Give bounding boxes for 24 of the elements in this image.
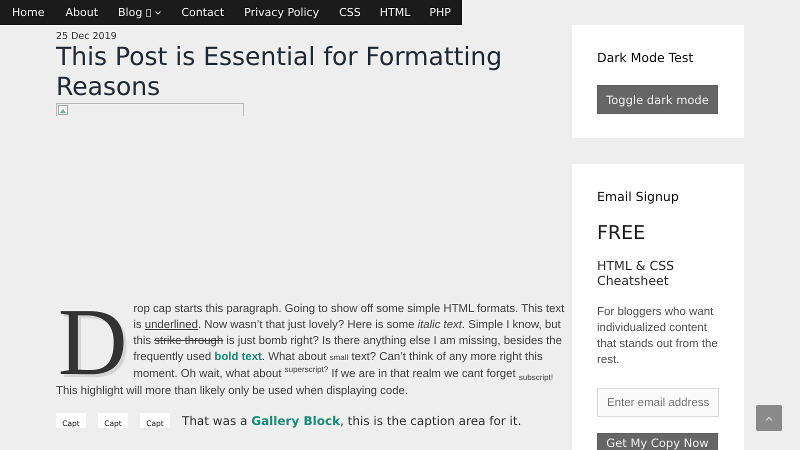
nav-link[interactable]: CSS <box>339 0 361 25</box>
toggle-dark-mode-button[interactable]: Toggle dark mode <box>597 85 718 114</box>
widget-title: Dark Mode Test <box>597 50 694 65</box>
nav-link[interactable]: Contact <box>181 0 224 25</box>
nav-link[interactable]: Privacy Policy <box>244 0 320 25</box>
scroll-top-button[interactable] <box>756 405 782 431</box>
subtitle: HTML & CSS Cheatsheet <box>597 258 676 288</box>
nav-link[interactable]: Home <box>12 0 44 25</box>
widget-title: Email Signup <box>597 189 679 204</box>
description: For bloggers who want individualized content that stands out from the rest. <box>597 305 718 368</box>
caret-up-icon <box>765 416 773 420</box>
email-field[interactable]: Enter email address <box>597 388 719 417</box>
nav-link[interactable]: PHP <box>429 0 451 25</box>
post-date: 25 Dec 2019 <box>56 31 118 42</box>
gallery-caption: That was a Gallery Block, this is the caption area for it. <box>182 414 522 428</box>
headline: FREE <box>597 222 646 244</box>
missing-glyph-icon <box>146 8 152 16</box>
nav-link[interactable]: About <box>65 0 98 25</box>
submit-button[interactable]: Get My Copy Now <box>597 433 718 450</box>
nav-link[interactable]: HTML <box>380 0 410 25</box>
nav-dropdown[interactable]: Blog <box>118 0 162 25</box>
post-title: This Post is Essential for Formatting Reasons <box>56 42 504 102</box>
broken-image-icon <box>56 103 244 116</box>
chevron-down-icon <box>155 10 162 14</box>
